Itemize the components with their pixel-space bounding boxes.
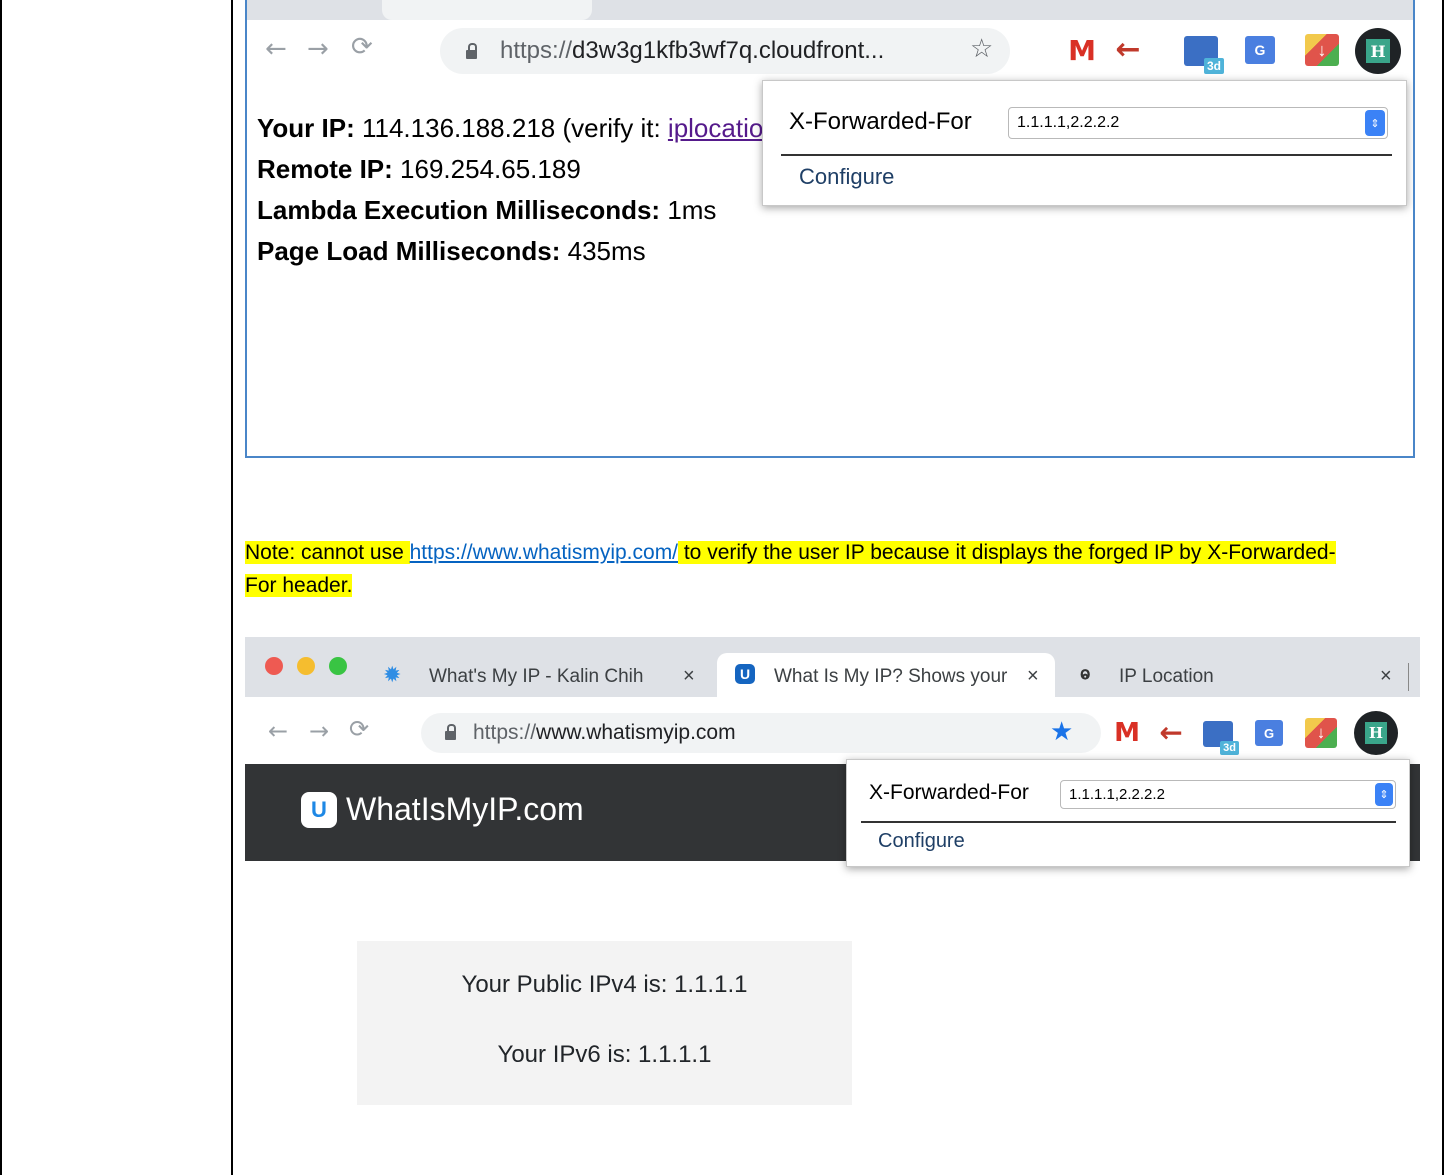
owl-icon: ⱺ	[1080, 664, 1091, 683]
your-ip-label: Your IP:	[257, 113, 355, 143]
tab-title: IP Location	[1119, 666, 1214, 687]
hackers-extension-icon[interactable]: H	[1354, 711, 1398, 755]
address-url: https://www.whatismyip.com	[473, 721, 736, 744]
lambda-value: 1ms	[667, 195, 717, 225]
bookmark-star-filled-icon[interactable]: ★	[1050, 717, 1073, 747]
select-arrow-icon: ⇕	[1375, 783, 1393, 806]
browser-screenshot-cloudfront: ← → ⟳ https://d3w3g1kfb3wf7q.cloudfront.…	[245, 0, 1415, 458]
address-bar[interactable]: https://www.whatismyip.com	[421, 713, 1101, 753]
header-value-text: 1.1.1.1,2.2.2.2	[1017, 114, 1120, 131]
table-border-left	[0, 0, 2, 1175]
tab-title: What's My IP - Kalin Chih	[429, 666, 644, 687]
sun-icon: ✹	[383, 662, 402, 687]
window-minimize-button[interactable]	[297, 657, 315, 675]
whatismyip-favicon-icon: U	[735, 664, 755, 684]
download-extension-icon[interactable]: ↓	[1305, 34, 1339, 66]
table-border-right	[1442, 0, 1444, 1175]
configure-link[interactable]: Configure	[799, 164, 894, 190]
close-icon[interactable]: ×	[1380, 665, 1392, 688]
browser-toolbar: ← → ⟳ https://d3w3g1kfb3wf7q.cloudfront.…	[247, 20, 1413, 82]
header-value-text: 1.1.1.1,2.2.2.2	[1069, 786, 1165, 803]
translate-icon[interactable]: G	[1245, 36, 1275, 64]
remote-ip-label: Remote IP:	[257, 154, 393, 184]
calendar-extension-icon[interactable]: 3d	[1203, 721, 1239, 755]
tab-whatismyip[interactable]: U What Is My IP? Shows your ×	[717, 653, 1055, 697]
reload-icon[interactable]: ⟳	[351, 32, 373, 62]
lock-icon	[466, 43, 477, 59]
note-link[interactable]: https://www.whatismyip.com/	[409, 541, 679, 564]
gmail-icon[interactable]: M	[1065, 34, 1099, 67]
page-info: Your IP: 114.136.188.218 (verify it: ipl…	[257, 108, 821, 272]
download-extension-icon[interactable]: ↓	[1305, 718, 1337, 748]
tab-ip-location[interactable]: ⱺ IP Location ×	[1080, 657, 1410, 693]
calendar-badge: 3d	[1203, 58, 1224, 74]
hackers-letter: H	[1365, 722, 1387, 744]
address-url: https://d3w3g1kfb3wf7q.cloudfront...	[500, 37, 885, 64]
forward-icon[interactable]: →	[309, 717, 329, 745]
window-close-button[interactable]	[265, 657, 283, 675]
page-load-label: Page Load Milliseconds:	[257, 236, 561, 266]
gmail-icon[interactable]: M	[1111, 718, 1143, 748]
tab-title: What Is My IP? Shows your	[774, 666, 1008, 687]
extension-popup: X-Forwarded-For 1.1.1.1,2.2.2.2 ⇕ Config…	[762, 80, 1407, 206]
back-arrow-extension-icon[interactable]: ←	[1111, 32, 1145, 67]
ipv6-text: Your IPv6 is: 1.1.1.1	[497, 1041, 712, 1068]
ip-result-box: Your Public IPv4 is: 1.1.1.1 Your IPv6 i…	[357, 941, 852, 1105]
back-icon[interactable]: ←	[265, 34, 287, 64]
tab-divider	[1408, 663, 1409, 691]
header-name-label: X-Forwarded-For	[789, 108, 972, 135]
site-title[interactable]: WhatIsMyIP.com	[346, 791, 584, 828]
select-arrow-icon: ⇕	[1365, 110, 1385, 136]
browser-toolbar: ← → ⟳ https://www.whatismyip.com ★ M ← 3…	[245, 697, 1420, 763]
configure-link[interactable]: Configure	[878, 830, 965, 853]
remote-ip-line: Remote IP: 169.254.65.189	[257, 149, 821, 190]
whatismyip-logo-icon[interactable]: U	[301, 792, 337, 828]
table-column-divider	[231, 0, 233, 1175]
back-icon[interactable]: ←	[268, 717, 288, 745]
hackers-extension-icon[interactable]: H	[1355, 28, 1401, 74]
bookmark-star-icon[interactable]: ☆	[970, 34, 993, 64]
header-value-select[interactable]: 1.1.1.1,2.2.2.2 ⇕	[1008, 107, 1388, 139]
browser-screenshot-whatismyip: ✹ What's My IP - Kalin Chih × U What Is …	[245, 637, 1420, 1107]
your-ip-value: 114.136.188.218 (verify it:	[361, 113, 668, 143]
hackers-letter: H	[1366, 39, 1390, 63]
translate-icon[interactable]: G	[1255, 720, 1283, 746]
reload-icon[interactable]: ⟳	[349, 715, 369, 743]
extension-popup: X-Forwarded-For 1.1.1.1,2.2.2.2 ⇕ Config…	[846, 759, 1410, 867]
address-bar[interactable]: https://d3w3g1kfb3wf7q.cloudfront... ☆	[440, 28, 1010, 74]
remote-ip-value: 169.254.65.189	[400, 154, 581, 184]
header-value-select[interactable]: 1.1.1.1,2.2.2.2 ⇕	[1060, 780, 1396, 809]
your-ip-line: Your IP: 114.136.188.218 (verify it: ipl…	[257, 108, 821, 149]
back-arrow-extension-icon[interactable]: ←	[1155, 716, 1187, 749]
lambda-label: Lambda Execution Milliseconds:	[257, 195, 661, 225]
page-load-value: 435ms	[567, 236, 646, 266]
calendar-badge: 3d	[1220, 741, 1239, 755]
lambda-line: Lambda Execution Milliseconds: 1ms	[257, 190, 821, 231]
calendar-extension-icon[interactable]: 3d	[1184, 36, 1224, 74]
page-load-line: Page Load Milliseconds: 435ms	[257, 231, 821, 272]
note-prefix: Note: cannot use	[245, 541, 410, 564]
note-paragraph: Note: cannot use https://www.whatismyip.…	[245, 536, 1365, 602]
popup-divider	[861, 821, 1396, 823]
lock-icon	[445, 724, 456, 740]
tab-strip	[247, 0, 1413, 20]
ipv4-text: Your Public IPv4 is: 1.1.1.1	[461, 971, 748, 998]
close-icon[interactable]: ×	[683, 665, 695, 688]
header-name-label: X-Forwarded-For	[869, 781, 1029, 804]
close-icon[interactable]: ×	[1027, 665, 1039, 688]
forward-icon[interactable]: →	[307, 34, 329, 64]
tab-kalin[interactable]: ✹ What's My IP - Kalin Chih ×	[383, 657, 703, 693]
popup-divider	[781, 154, 1392, 156]
window-maximize-button[interactable]	[329, 657, 347, 675]
active-tab[interactable]	[382, 0, 592, 20]
